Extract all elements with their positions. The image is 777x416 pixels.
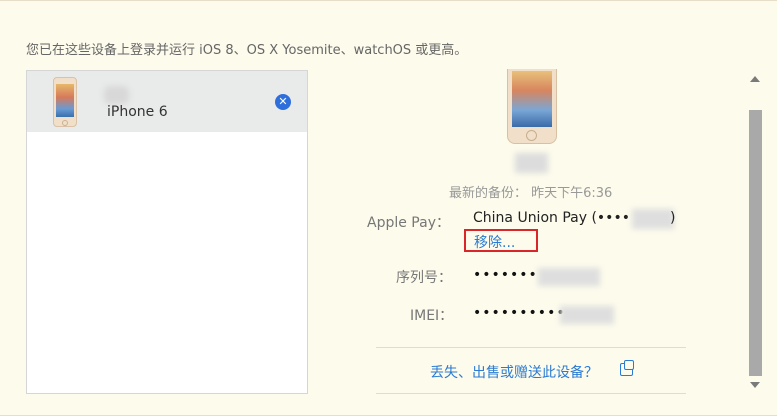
apple-pay-suffix: ) bbox=[670, 210, 676, 226]
apple-pay-card: China Union Pay (•••• bbox=[473, 210, 630, 226]
serial-label: 序列号： bbox=[396, 270, 452, 286]
iphone-screen bbox=[56, 84, 74, 117]
apple-pay-label: Apple Pay： bbox=[367, 215, 450, 231]
scrollbar[interactable] bbox=[747, 70, 764, 394]
device-image-screen bbox=[512, 71, 552, 127]
redacted-imei bbox=[560, 306, 614, 324]
serial-value: ••••••• bbox=[473, 267, 538, 283]
apple-pay-value: China Union Pay (•••• bbox=[473, 210, 630, 226]
home-button-icon bbox=[62, 120, 68, 126]
device-image bbox=[507, 69, 557, 144]
remove-device-button[interactable]: ✕ bbox=[275, 94, 291, 110]
home-button-icon bbox=[526, 130, 537, 141]
scroll-down-arrow-icon[interactable] bbox=[750, 382, 760, 388]
remove-apple-pay-link[interactable]: 移除... bbox=[464, 229, 538, 252]
redacted-device-name bbox=[515, 153, 548, 173]
redacted-serial bbox=[538, 268, 600, 286]
device-item-iphone-6[interactable]: iPhone 6 ✕ bbox=[27, 71, 307, 132]
intro-text: 您已在这些设备上登录并运行 iOS 8、OS X Yosemite、watchO… bbox=[26, 43, 468, 58]
settings-frame: 您已在这些设备上登录并运行 iOS 8、OS X Yosemite、watchO… bbox=[0, 0, 777, 416]
imei-label: IMEI： bbox=[410, 308, 454, 324]
scroll-up-arrow-icon[interactable] bbox=[750, 76, 760, 82]
divider-bottom bbox=[376, 393, 686, 394]
external-link-icon[interactable] bbox=[620, 360, 634, 376]
redacted-card-digits bbox=[632, 209, 674, 229]
redacted-owner bbox=[104, 86, 129, 104]
lost-device-link[interactable]: 丢失、出售或赠送此设备？ bbox=[430, 362, 598, 382]
device-list: iPhone 6 ✕ bbox=[26, 70, 308, 394]
last-backup: 最新的备份： 昨天下午6:36 bbox=[449, 186, 613, 201]
device-name: iPhone 6 bbox=[107, 104, 168, 120]
scroll-thumb[interactable] bbox=[749, 110, 762, 376]
imei-value: •••••••••• bbox=[473, 305, 566, 321]
divider bbox=[376, 347, 686, 348]
iphone-icon bbox=[53, 77, 77, 127]
